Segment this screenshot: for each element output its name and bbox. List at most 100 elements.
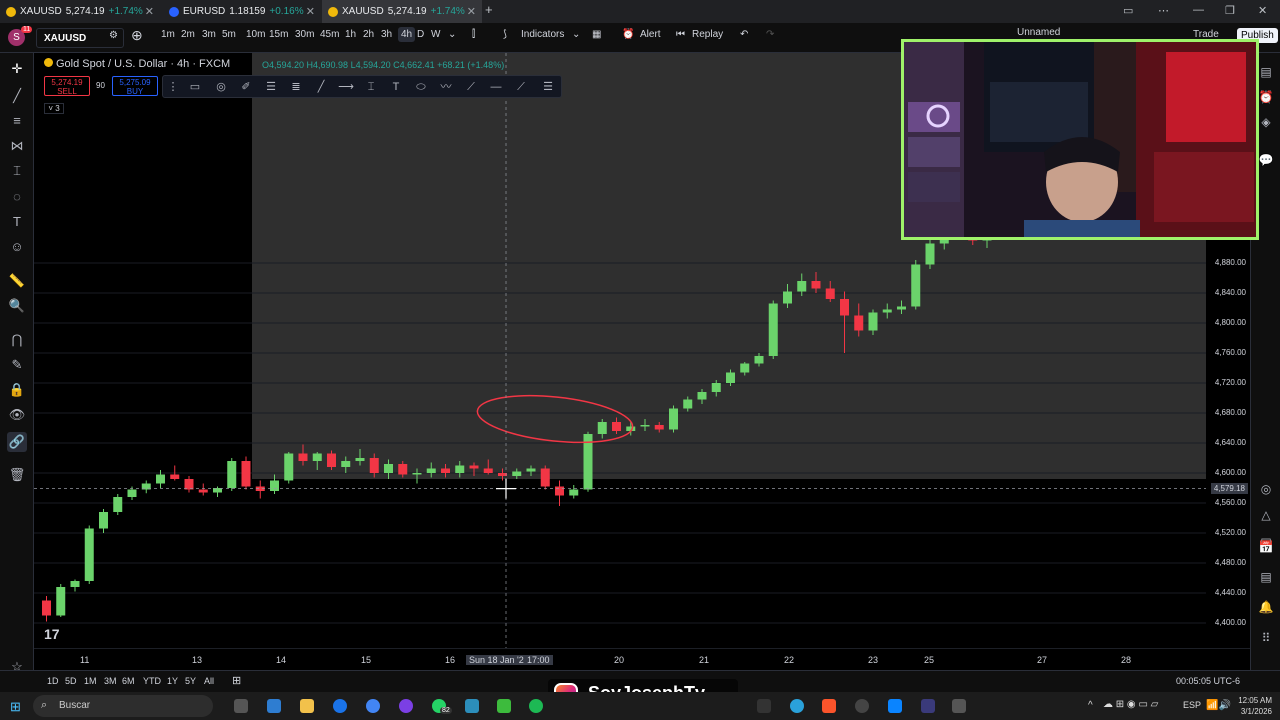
close-icon[interactable]: ✕	[467, 5, 476, 18]
taskbar-search[interactable]: ⌕ Buscar	[33, 695, 213, 717]
undo-icon[interactable]: ↶	[740, 29, 748, 40]
apps-icon[interactable]: ⠿	[1257, 629, 1275, 647]
range-all[interactable]: All	[204, 676, 214, 686]
more-icon[interactable]: ⋯	[1158, 4, 1169, 17]
indicators-icon[interactable]: ⟆	[503, 29, 507, 40]
wifi-volume-icons[interactable]: 📶🔊	[1206, 700, 1231, 711]
range-1m[interactable]: 1M	[84, 676, 97, 686]
projection-icon[interactable]: ⌶	[7, 161, 27, 181]
emoji-icon[interactable]: ☺	[7, 237, 27, 257]
brush-icon[interactable]: ✐	[238, 79, 254, 95]
extended-line-icon[interactable]: ⟋	[513, 79, 529, 95]
tradingview-logo-icon[interactable]: 17	[44, 626, 60, 642]
pencil-lock-icon[interactable]: ✎	[7, 355, 27, 375]
browser-tab-1[interactable]: XAUUSD 5,274.19 +1.74% ✕	[0, 0, 160, 23]
interval-D[interactable]: D	[417, 29, 424, 40]
replay-button[interactable]: Replay	[692, 29, 723, 40]
interval-1h[interactable]: 1h	[345, 29, 356, 40]
redo-icon[interactable]: ↷	[766, 29, 774, 40]
minimize-icon[interactable]: —	[1193, 4, 1204, 16]
windows-start-icon[interactable]: ⊞	[10, 699, 21, 715]
triangle-icon[interactable]: △	[1257, 506, 1275, 524]
browser-tab-2[interactable]: EURUSD 1.18159 +0.16% ✕	[163, 0, 321, 23]
zoom-icon[interactable]: 🔍	[7, 296, 27, 316]
window-close-icon[interactable]: ✕	[1258, 4, 1267, 17]
browser-tab-3[interactable]: XAUUSD 5,274.19 +1.74% ✕	[322, 0, 482, 23]
file-explorer-icon[interactable]	[300, 699, 314, 713]
obs-icon[interactable]	[855, 699, 869, 713]
range-5y[interactable]: 5Y	[185, 676, 196, 686]
indicators-button[interactable]: Indicators	[521, 29, 564, 40]
interval-15m[interactable]: 15m	[269, 29, 288, 40]
app2-icon[interactable]	[921, 699, 935, 713]
chart-type-icon[interactable]: ⫿	[472, 29, 475, 40]
brush-icon[interactable]: ◌	[7, 187, 27, 207]
sell-button[interactable]: 5,274.19 SELL	[44, 76, 90, 96]
rectangle-icon[interactable]: ▭	[187, 79, 203, 95]
interval-2h[interactable]: 2h	[363, 29, 374, 40]
range-6m[interactable]: 6M	[122, 676, 135, 686]
close-icon[interactable]: ✕	[306, 5, 315, 18]
new-tab-icon[interactable]: +	[485, 2, 493, 17]
range-3m[interactable]: 3M	[104, 676, 117, 686]
pen-icon[interactable]: ⟋	[463, 79, 479, 95]
fib-icon[interactable]: ≡	[7, 111, 27, 131]
range-1y[interactable]: 1Y	[167, 676, 178, 686]
range-5d[interactable]: 5D	[65, 676, 77, 686]
interval-3m[interactable]: 3m	[202, 29, 216, 40]
task-view-icon[interactable]	[234, 699, 248, 713]
spotify-icon[interactable]	[529, 699, 543, 713]
taskbar-clock[interactable]: 12:05 AM 3/1/2026	[1232, 695, 1272, 717]
copilot-icon[interactable]	[267, 699, 281, 713]
lock-icon[interactable]: 🔒	[7, 380, 27, 400]
watchlist-icon[interactable]: ▤	[1257, 63, 1275, 81]
interval-4h[interactable]: 4h	[398, 27, 416, 42]
eye-icon[interactable]: 👁	[7, 405, 27, 425]
target-icon[interactable]: ◎	[1257, 480, 1275, 498]
layers-icon[interactable]: ◈	[1257, 113, 1275, 131]
app-icon[interactable]	[465, 699, 479, 713]
discord-icon[interactable]	[399, 699, 413, 713]
edge-icon[interactable]	[888, 699, 902, 713]
compare-icon[interactable]: ⊕	[131, 27, 143, 44]
alert-button[interactable]: Alert	[640, 29, 661, 40]
fib-icon[interactable]: ≣	[288, 79, 304, 95]
tradingview-taskbar-icon[interactable]	[757, 699, 771, 713]
interval-10m[interactable]: 10m	[246, 29, 265, 40]
drag-handle-icon[interactable]: ⋮	[165, 79, 181, 95]
line-icon[interactable]: ╱	[313, 79, 329, 95]
interval-30m[interactable]: 30m	[295, 29, 314, 40]
interval-45m[interactable]: 45m	[320, 29, 339, 40]
ray-icon[interactable]: ⟶	[338, 79, 354, 95]
tray-icons[interactable]: ☁ ⊞ ◉ ▭ ▱	[1103, 699, 1158, 710]
screener-icon[interactable]: ▤	[1257, 568, 1275, 586]
alerts-icon[interactable]: ⏰	[1257, 88, 1275, 106]
indicator-count[interactable]: ˅ 3	[44, 103, 64, 114]
buy-button[interactable]: 5,275.09 BUY	[112, 76, 158, 96]
chrome-profile-icon[interactable]	[366, 699, 380, 713]
ruler-icon[interactable]: 📏	[7, 271, 27, 291]
tray-chevron-icon[interactable]: ^	[1088, 700, 1093, 711]
language-indicator[interactable]: ESP	[1183, 700, 1201, 710]
brave-icon[interactable]	[822, 699, 836, 713]
circle-icon[interactable]: ◎	[213, 79, 229, 95]
close-icon[interactable]: ✕	[145, 5, 154, 18]
interval-1m[interactable]: 1m	[161, 29, 175, 40]
ellipse-icon[interactable]: ⬭	[413, 79, 429, 95]
calendar-icon[interactable]: 📅	[1257, 538, 1275, 556]
crosshair-icon[interactable]: ✛	[7, 59, 27, 79]
app3-icon[interactable]	[952, 699, 966, 713]
channel-icon[interactable]: ☰	[263, 79, 279, 95]
maximize-icon[interactable]: ❐	[1225, 4, 1235, 17]
trendline-icon[interactable]: ╱	[7, 86, 27, 106]
bell-icon[interactable]: 🔔	[1257, 598, 1275, 616]
time-axis[interactable]: 11 13 14 15 16 Sun 18 Jan '26 17:00 20 21 22 23 25 2…	[34, 648, 1250, 670]
interval-2m[interactable]: 2m	[181, 29, 195, 40]
replay-icon[interactable]: ⏮	[676, 29, 685, 40]
chat-icon[interactable]: 💬	[1257, 151, 1275, 169]
interval-3h[interactable]: 3h	[381, 29, 392, 40]
menu-icon[interactable]: ☰	[540, 79, 556, 95]
indicators-dropdown-icon[interactable]: ⌄	[572, 29, 580, 40]
interval-dropdown-icon[interactable]: ⌄	[448, 29, 456, 40]
symbol-settings-icon[interactable]: ⚙	[109, 30, 118, 41]
